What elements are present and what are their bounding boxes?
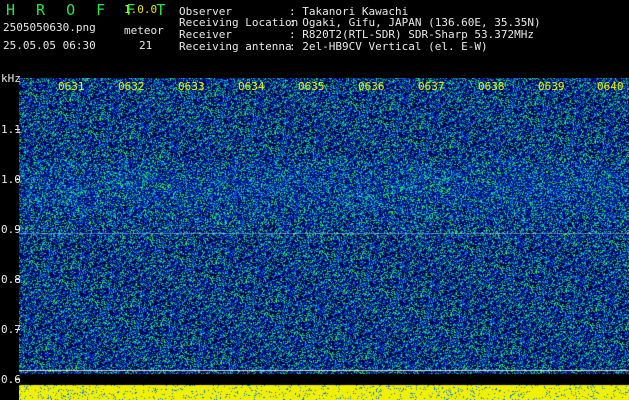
y-tick-mark [15,379,20,380]
time-tick-0638: 0638 [478,80,505,93]
time-tick-0633: 0633 [178,80,205,93]
time-tick-0632: 0632 [118,80,145,93]
meteor-count: 21 [139,39,153,52]
y-unit-label: kHz [1,72,21,85]
meteor-label: meteor [124,24,164,37]
y-tick-mark [15,329,20,330]
y-tick-mark [15,279,20,280]
time-tick-0631: 0631 [58,80,85,93]
y-tick-mark [15,129,20,130]
y-tick-mark [15,179,20,180]
filename-label: 2505050630.png [3,21,96,34]
y-tick-mark [15,229,20,230]
datetime-label: 25.05.05 06:30 [3,39,96,52]
time-tick-0639: 0639 [538,80,565,93]
time-tick-0635: 0635 [298,80,325,93]
spectrogram-canvas [19,78,629,400]
antenna-value: : 2el-HB9CV Vertical (el. E-W) [289,40,488,53]
time-tick-0640: 0640 [597,80,624,93]
app-version: 1.0.0 [124,3,158,16]
time-tick-0637: 0637 [418,80,445,93]
antenna-label: Receiving antenna [179,40,292,53]
header-panel: H R O F F T 1.0.0 2505050630.png 25.05.0… [0,0,629,78]
time-tick-0634: 0634 [238,80,265,93]
time-tick-0636: 0636 [358,80,385,93]
